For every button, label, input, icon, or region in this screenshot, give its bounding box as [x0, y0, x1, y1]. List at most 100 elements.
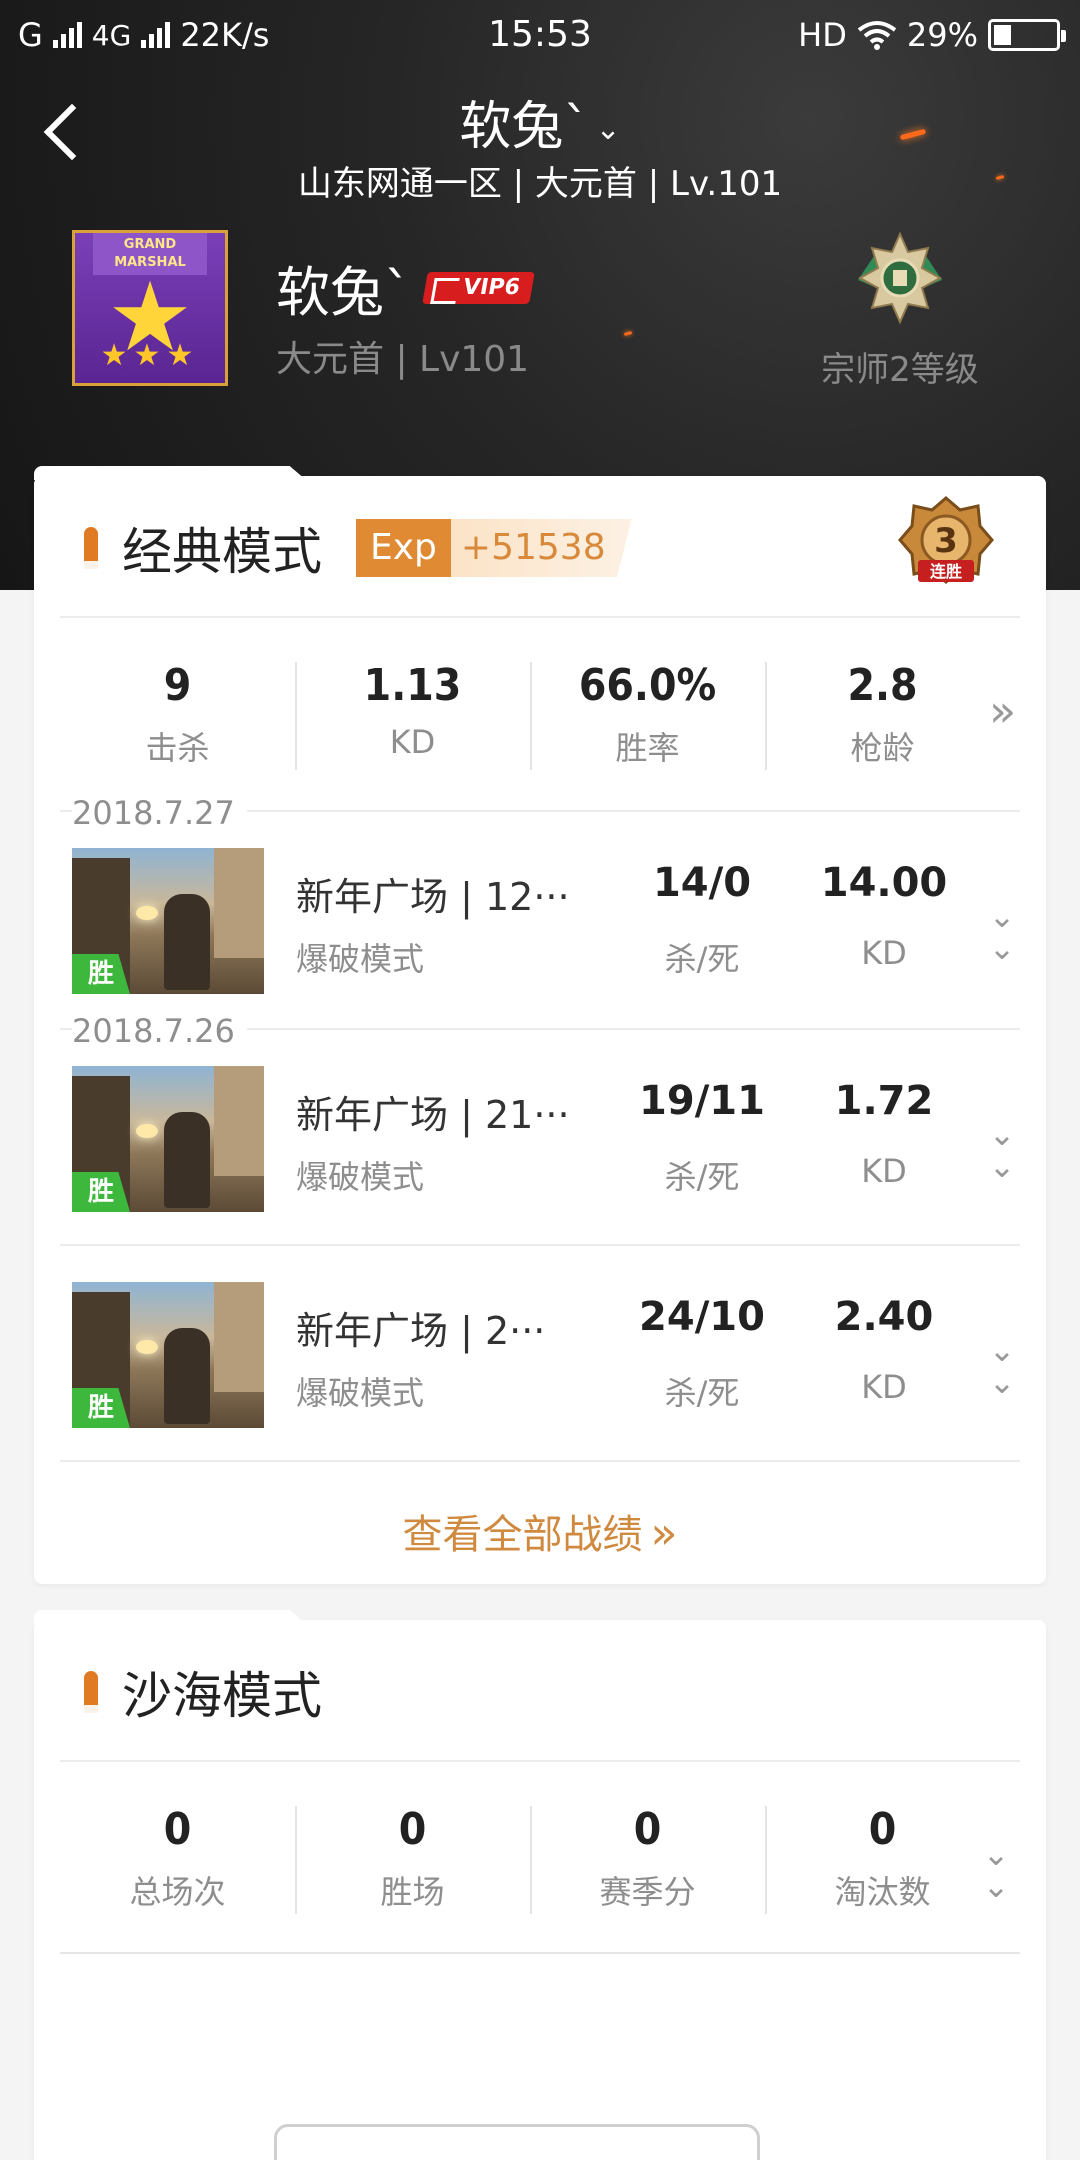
expand-icon[interactable]: ⌄ ⌄ [982, 1334, 1022, 1398]
kd-ratio-label: KD [861, 1368, 907, 1406]
battery-icon [988, 19, 1066, 51]
stat-kd: 1.13 KD [295, 656, 530, 776]
status-bar: G 4G 22K/s 15:53 HD 29% [0, 0, 1080, 72]
stat-value: 0 [868, 1804, 897, 1855]
stat-value: 66.0% [578, 660, 717, 711]
classic-mode-title: 经典模式 Exp +51538 [84, 512, 632, 584]
kd-ratio: 1.72 [834, 1078, 934, 1124]
stat-season-score: 0 赛季分 [530, 1800, 765, 1920]
chevron-right-double-icon: » [650, 1508, 678, 1559]
stat-value: 1.13 [363, 660, 462, 711]
kd-ratio: 2.40 [834, 1294, 934, 1340]
stat-eliminations: 0 淘汰数 [765, 1800, 1000, 1920]
match-row[interactable]: 胜 新年广场 | 21··· 爆破模式 19/11 杀/死 1.72 KD ⌄ ⌄ [72, 1066, 1022, 1212]
divider [60, 616, 1020, 618]
stat-value: 9 [163, 660, 192, 711]
bottom-action-button[interactable] [274, 2124, 760, 2160]
stat-label: 枪龄 [850, 729, 915, 767]
wifi-icon [857, 21, 897, 50]
divider [60, 1244, 1020, 1246]
stat-value: 2.8 [847, 660, 918, 711]
card-tab [34, 466, 306, 480]
stat-kills: 9 击杀 [60, 656, 295, 776]
kd-ratio-label: KD [861, 1152, 907, 1190]
desert-stats[interactable]: 0 总场次 0 胜场 0 赛季分 0 淘汰数 [60, 1800, 1000, 1920]
stat-label: KD [389, 723, 436, 761]
classic-mode-card: 经典模式 Exp +51538 3 连胜 9 击杀 1.13 KD 66.0% … [34, 466, 1046, 1584]
kill-death-label: 杀/死 [664, 1158, 740, 1196]
server-info: 山东网通一区 | 大元首 | Lv.101 [297, 164, 783, 204]
exp-label: Exp [356, 519, 451, 577]
kill-death-label: 杀/死 [664, 940, 740, 978]
exp-value: +51538 [450, 519, 632, 577]
match-row[interactable]: 胜 新年广场 | 2··· 爆破模式 24/10 杀/死 2.40 KD ⌄ ⌄ [72, 1282, 1022, 1428]
stat-label: 胜率 [615, 729, 680, 767]
map-thumbnail: 胜 [72, 848, 264, 994]
chevron-down-icon: ⌄ [595, 112, 621, 147]
laurel-icon: ★★★ [100, 338, 200, 373]
match-date: 2018.7.26 [72, 1012, 247, 1050]
stat-wins: 0 胜场 [295, 1800, 530, 1920]
win-streak-badge: 3 连胜 [898, 496, 994, 584]
game-mode: 爆破模式 [296, 1158, 425, 1196]
bullet-icon [84, 1671, 98, 1713]
map-name: 新年广场 | 2··· [296, 1309, 546, 1353]
stat-value: 0 [633, 1804, 662, 1855]
stat-label: 赛季分 [599, 1873, 696, 1911]
stat-gun-age: 2.8 枪龄 [765, 656, 1000, 776]
stat-label: 胜场 [380, 1873, 445, 1911]
battery-percent: 29% [906, 16, 978, 54]
streak-number: 3 [934, 521, 958, 561]
view-all-label: 查看全部战绩 [402, 1512, 643, 1558]
map-name: 新年广场 | 21··· [296, 1093, 570, 1137]
section-title: 经典模式 [122, 523, 322, 581]
user-level: 大元首 | Lv101 [276, 339, 530, 380]
stat-winrate: 66.0% 胜率 [530, 656, 765, 776]
stat-value: 0 [163, 1804, 192, 1855]
page-title: 软兔` [459, 97, 590, 157]
battery-fill [994, 25, 1011, 45]
hd-label: HD [798, 16, 847, 54]
kill-death: 24/10 [639, 1294, 765, 1340]
classic-stats[interactable]: 9 击杀 1.13 KD 66.0% 胜率 2.8 枪龄 [60, 656, 1000, 776]
desert-mode-title: 沙海模式 [84, 1656, 322, 1728]
stat-label: 击杀 [145, 729, 210, 767]
kill-death: 14/0 [652, 860, 752, 906]
match-date: 2018.7.27 [72, 794, 247, 832]
divider [60, 1760, 1020, 1762]
rank-label: 宗师2等级 [821, 350, 979, 390]
kill-death: 19/11 [639, 1078, 765, 1124]
map-thumbnail: 胜 [72, 1066, 264, 1212]
stat-value: 0 [398, 1804, 427, 1855]
game-mode: 爆破模式 [296, 940, 425, 978]
match-row[interactable]: 胜 新年广场 | 12··· 爆破模式 14/0 杀/死 14.00 KD ⌄ ⌄ [72, 848, 1022, 994]
expand-icon[interactable]: ⌄ ⌄ [976, 1838, 1016, 1902]
expand-icon[interactable]: ⌄ ⌄ [982, 900, 1022, 964]
view-all-link[interactable]: 查看全部战绩» [34, 1502, 1046, 1560]
section-title: 沙海模式 [122, 1667, 322, 1725]
expand-icon[interactable]: ⌄ ⌄ [982, 1118, 1022, 1182]
rank-badge-icon [857, 231, 943, 325]
game-mode: 爆破模式 [296, 1374, 425, 1412]
kd-ratio: 14.00 [820, 860, 948, 906]
divider [60, 1952, 1020, 1954]
stat-label: 总场次 [129, 1873, 226, 1911]
bullet-icon [84, 527, 98, 569]
kill-death-label: 杀/死 [664, 1374, 740, 1412]
map-name: 新年广场 | 12··· [296, 875, 570, 919]
chevron-right-double-icon[interactable]: » [989, 686, 1016, 737]
kd-ratio-label: KD [861, 934, 907, 972]
username-row: 软兔` VIP6 [276, 248, 535, 327]
account-switcher[interactable]: 软兔` ⌄ [0, 84, 1080, 159]
card-tab [34, 1610, 306, 1624]
username: 软兔` [276, 261, 411, 324]
spark-decoration [623, 331, 633, 336]
exp-badge: Exp +51538 [356, 519, 632, 577]
desert-mode-card: 沙海模式 0 总场次 0 胜场 0 赛季分 0 淘汰数 ⌄ ⌄ [34, 1610, 1046, 2160]
vip-badge: VIP6 [422, 271, 535, 304]
divider [60, 1460, 1020, 1462]
stat-total-matches: 0 总场次 [60, 1800, 295, 1920]
avatar: GRAND MARSHAL ★ ★★★ [72, 230, 228, 386]
streak-label: 连胜 [930, 562, 962, 581]
map-thumbnail: 胜 [72, 1282, 264, 1428]
